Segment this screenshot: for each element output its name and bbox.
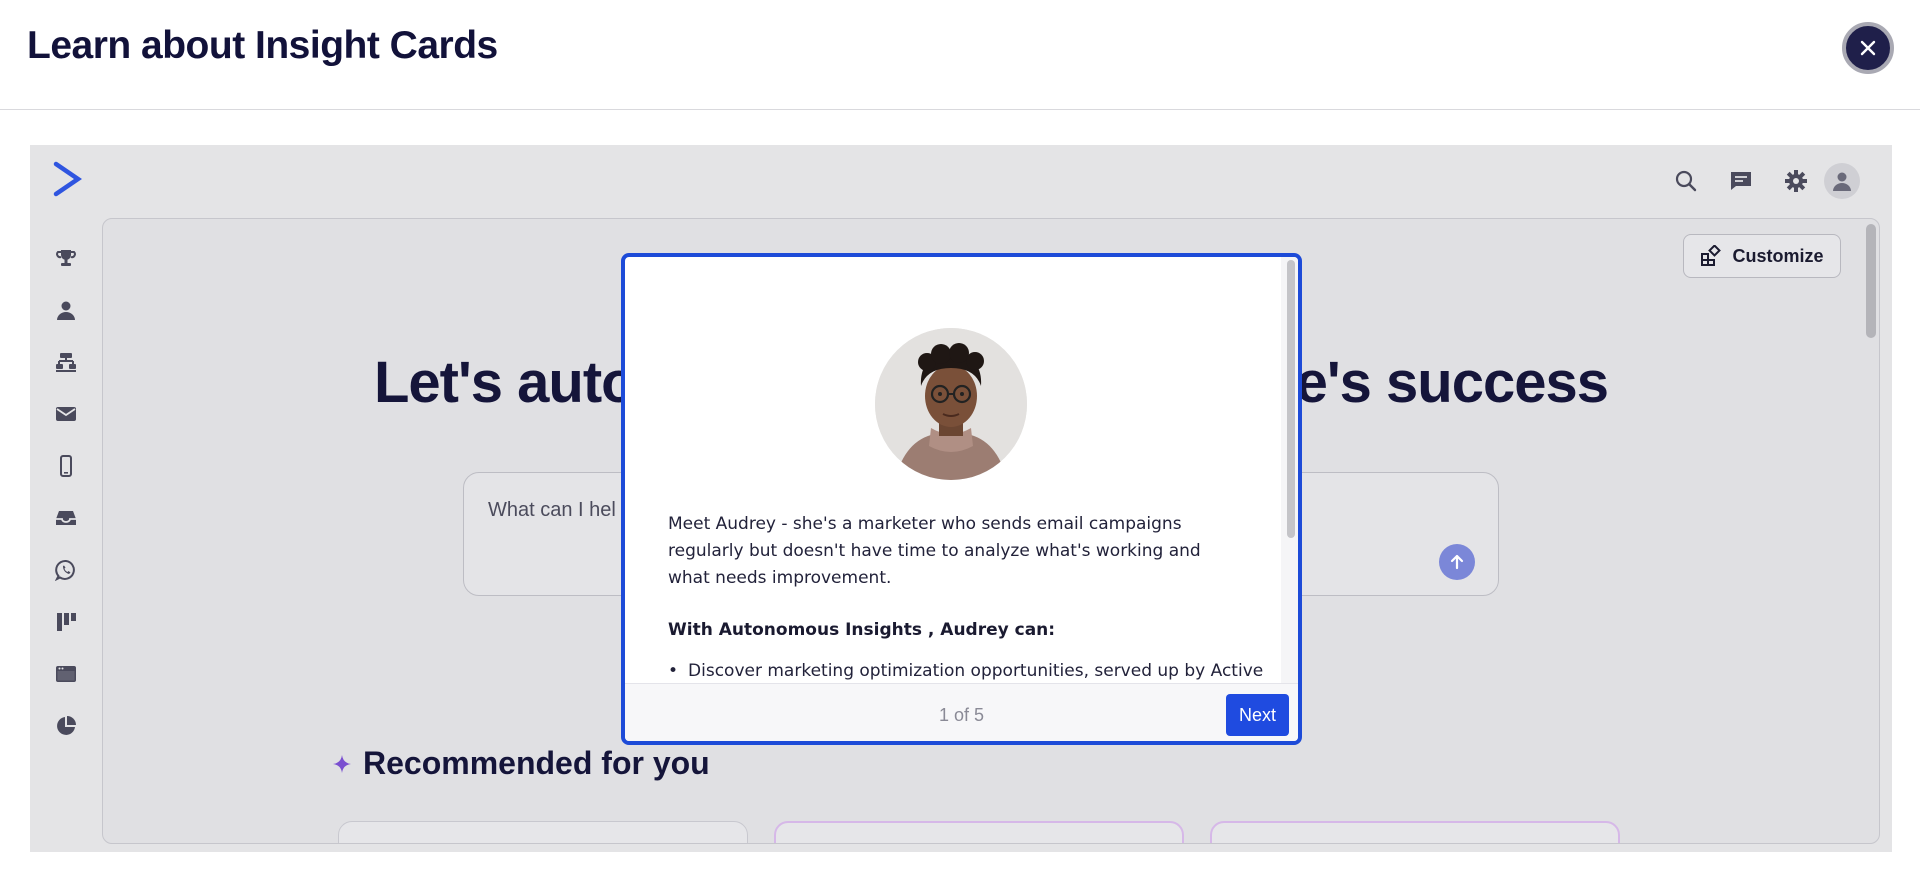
hero-left: Let's auto [374,350,637,415]
widgets-icon [1701,245,1722,266]
automations-sitemap-icon[interactable] [54,350,78,374]
bullet-text: Discover marketing optimization opportun… [688,661,1264,681]
website-browser-icon[interactable] [54,662,78,686]
recommended-heading: Recommended for you [331,745,710,782]
page-indicator: 1 of 5 [938,705,985,725]
insight-cards-tour-modal: Meet Audrey - she's a marketer who sends… [621,253,1302,745]
whatsapp-icon[interactable] [54,558,78,582]
gear-icon[interactable] [1782,167,1810,195]
arrow-up-icon [1450,554,1464,570]
main-scrollbar-thumb[interactable] [1866,224,1876,338]
recommendation-card[interactable] [1210,821,1620,843]
modal-body: Meet Audrey - she's a marketer who sends… [625,257,1275,683]
recommendation-card[interactable] [774,821,1184,843]
sparkle-icon [333,754,351,773]
modal-footer: 1 of 5 Next [625,683,1298,741]
reports-pie-chart-icon[interactable] [54,714,78,738]
send-button[interactable] [1439,544,1475,580]
search-icon[interactable] [1672,167,1700,195]
email-envelope-icon[interactable] [54,402,78,426]
mobile-phone-icon[interactable] [54,454,78,478]
kanban-board-icon[interactable] [54,610,78,634]
customize-label: Customize [1732,245,1824,266]
activecampaign-logo-icon[interactable] [52,161,82,197]
next-button[interactable]: Next [1226,694,1289,736]
recommended-title: Recommended for you [363,745,710,781]
prompt-placeholder: What can I hel [488,499,616,521]
bullet-dot: • [668,661,679,681]
trophy-icon[interactable] [54,246,78,270]
audrey-photo [875,328,1027,480]
inbox-tray-icon[interactable] [54,506,78,530]
list-item: • Discover marketing optimization opport… [668,661,1263,681]
close-icon [1860,40,1876,56]
modal-subheading: With Autonomous Insights , Audrey can: [668,620,1056,640]
contact-person-icon[interactable] [54,298,78,322]
customize-button[interactable]: Customize [1683,234,1841,278]
main-scrollbar[interactable] [1863,219,1879,843]
header-bar: Learn about Insight Cards [0,0,1920,110]
chat-icon[interactable] [1727,167,1755,195]
page-title: Learn about Insight Cards [27,24,498,67]
modal-description: Meet Audrey - she's a marketer who sends… [668,514,1201,588]
close-button[interactable] [1842,22,1894,74]
recommendation-card[interactable] [338,821,748,843]
modal-scrollbar-thumb[interactable] [1287,260,1295,538]
hero-right: e's success [1295,350,1609,415]
user-avatar-icon[interactable] [1824,163,1860,199]
